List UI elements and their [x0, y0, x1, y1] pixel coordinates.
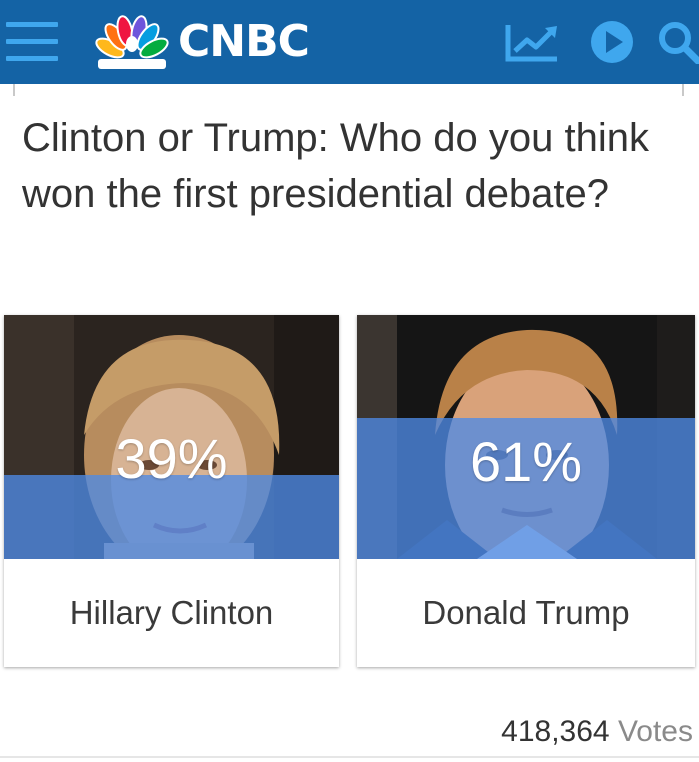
top-navigation-bar: CNBC	[0, 0, 699, 84]
content-divider	[13, 84, 15, 96]
menu-line	[6, 39, 58, 44]
candidate-name: Hillary Clinton	[69, 594, 274, 631]
candidate-name: Donald Trump	[422, 594, 630, 631]
vote-percentage: 39%	[115, 427, 228, 490]
poll-option-hillary-clinton[interactable]: 39% Hillary Clinton	[4, 315, 339, 667]
search-icon[interactable]	[657, 20, 699, 64]
content-divider	[682, 84, 684, 96]
poll-option-donald-trump[interactable]: 61% Donald Trump	[357, 315, 695, 667]
bottom-divider	[0, 756, 699, 758]
cnbc-logo[interactable]: CNBC	[92, 12, 310, 72]
votes-label: Votes	[617, 715, 693, 748]
total-votes: 418,364 Votes	[501, 712, 693, 752]
menu-line	[6, 22, 58, 27]
video-play-icon[interactable]	[590, 20, 634, 64]
markets-chart-icon[interactable]	[503, 21, 561, 65]
hamburger-menu-icon[interactable]	[6, 22, 58, 62]
vote-percentage: 61%	[469, 430, 583, 493]
peacock-logo-icon	[95, 15, 169, 69]
candidate-photo: 61%	[357, 315, 695, 559]
brand-name: CNBC	[178, 16, 310, 67]
menu-line	[6, 56, 58, 61]
votes-count: 418,364	[501, 715, 610, 748]
poll-question: Clinton or Trump: Who do you think won t…	[22, 116, 649, 216]
candidate-photo: 39%	[4, 315, 339, 559]
